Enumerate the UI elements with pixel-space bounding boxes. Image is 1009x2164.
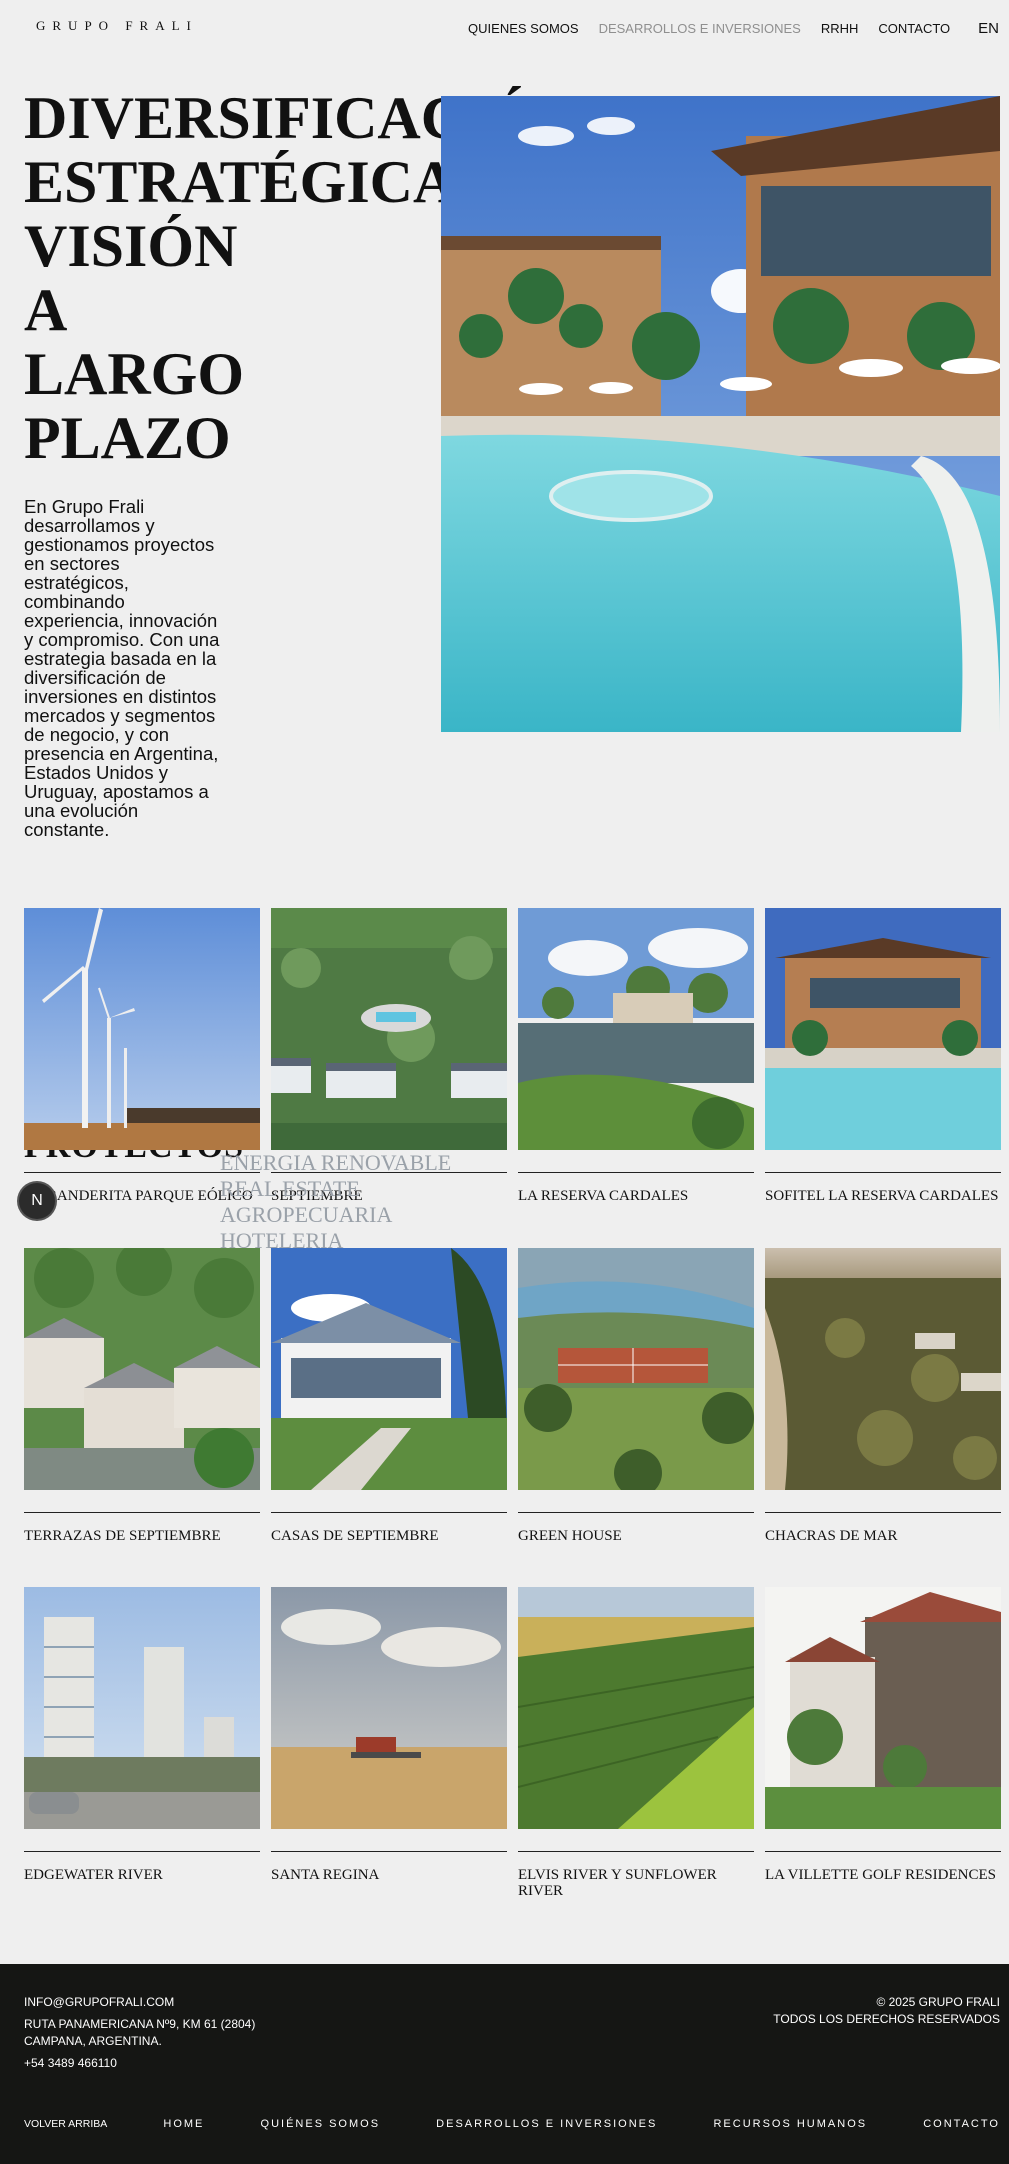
- card-divider: [271, 1851, 507, 1852]
- project-image: [518, 1248, 754, 1490]
- footer-nav-quienes-somos[interactable]: QUIÉNES SOMOS: [261, 2118, 381, 2130]
- project-card[interactable]: LA RESERVA CARDALES: [518, 908, 754, 1204]
- filter-icon: N: [31, 1192, 43, 1209]
- site-footer: INFO@GRUPOFRALI.COM RUTA PANAMERICANA Nº…: [0, 1964, 1009, 2164]
- project-name: ELVIS RIVER Y SUNFLOWER RIVER: [518, 1867, 717, 1899]
- card-divider: [518, 1851, 754, 1852]
- project-card[interactable]: SOFITEL LA RESERVA CARDALES: [765, 908, 1001, 1204]
- project-image: [271, 1248, 507, 1490]
- nav-contacto[interactable]: CONTACTO: [878, 21, 950, 36]
- project-image: [765, 1587, 1001, 1829]
- card-divider: [24, 1851, 260, 1852]
- footer-address-line1: RUTA PANAMERICANA Nº9, KM 61 (2804): [24, 2017, 256, 2031]
- card-divider: [518, 1172, 754, 1173]
- project-card[interactable]: TERRAZAS DE SEPTIEMBRE: [24, 1248, 260, 1544]
- footer-copyright: © 2025 GRUPO FRALI: [876, 1995, 1000, 2009]
- project-image: [24, 908, 260, 1150]
- project-image: [518, 1587, 754, 1829]
- project-name: TERRAZAS DE SEPTIEMBRE: [24, 1528, 221, 1544]
- card-divider: [518, 1512, 754, 1513]
- project-image: [271, 908, 507, 1150]
- footer-nav-home[interactable]: HOME: [163, 2118, 204, 2130]
- project-name: SANTA REGINA: [271, 1867, 380, 1883]
- project-name: LA RESERVA CARDALES: [518, 1188, 689, 1204]
- project-image: [24, 1248, 260, 1490]
- footer-address-line2: CAMPANA, ARGENTINA.: [24, 2034, 162, 2048]
- category-energia[interactable]: ENERGIA RENOVABLE: [220, 1150, 451, 1176]
- category-real-estate[interactable]: REAL ESTATE: [220, 1176, 451, 1202]
- nav-quienes-somos[interactable]: QUIENES SOMOS: [468, 21, 579, 36]
- card-divider: [24, 1512, 260, 1513]
- category-hoteleria[interactable]: HOTELERIA: [220, 1228, 451, 1254]
- project-name: CHACRAS DE MAR: [765, 1528, 898, 1544]
- project-image: [765, 1248, 1001, 1490]
- project-image: [24, 1587, 260, 1829]
- project-card[interactable]: CHACRAS DE MAR: [765, 1248, 1001, 1544]
- card-divider: [765, 1172, 1001, 1173]
- project-name: LA VILLETTE GOLF RESIDENCES: [765, 1867, 996, 1883]
- project-name: EDGEWATER RIVER: [24, 1867, 163, 1883]
- project-image: [271, 1587, 507, 1829]
- filter-toggle-button[interactable]: N: [19, 1183, 55, 1219]
- project-card[interactable]: CASAS DE SEPTIEMBRE: [271, 1248, 507, 1544]
- project-card[interactable]: EDGEWATER RIVER: [24, 1587, 260, 1883]
- project-card[interactable]: SEPTIEMBRE: [271, 908, 507, 1204]
- project-card[interactable]: ELVIS RIVER Y SUNFLOWER RIVER: [518, 1587, 754, 1899]
- footer-email[interactable]: INFO@GRUPOFRALI.COM: [24, 1994, 255, 2011]
- nav-desarrollos[interactable]: DESARROLLOS E INVERSIONES: [599, 21, 801, 36]
- project-card[interactable]: SANTA REGINA: [271, 1587, 507, 1883]
- site-logo[interactable]: GRUPO FRALI: [36, 18, 198, 34]
- footer-rights: TODOS LOS DERECHOS RESERVADOS: [773, 2012, 1000, 2026]
- project-card[interactable]: LA BANDERITA PARQUE EÓLICO: [24, 908, 260, 1204]
- category-filter-list: ENERGIA RENOVABLE REAL ESTATE AGROPECUAR…: [220, 1150, 451, 1254]
- card-divider: [765, 1851, 1001, 1852]
- footer-nav-desarrollos[interactable]: DESARROLLOS E INVERSIONES: [436, 2118, 657, 2130]
- main-nav: QUIENES SOMOS DESARROLLOS E INVERSIONES …: [448, 20, 1009, 37]
- card-divider: [271, 1512, 507, 1513]
- footer-phone[interactable]: +54 3489 466110: [24, 2055, 255, 2072]
- footer-nav: VOLVER ARRIBA HOME QUIÉNES SOMOS DESARRO…: [24, 2118, 1000, 2130]
- project-name: SOFITEL LA RESERVA CARDALES: [765, 1188, 999, 1204]
- footer-legal: © 2025 GRUPO FRALI TODOS LOS DERECHOS RE…: [773, 1994, 1000, 2028]
- back-to-top-link[interactable]: VOLVER ARRIBA: [24, 2118, 107, 2130]
- language-toggle[interactable]: EN: [978, 20, 999, 37]
- project-card[interactable]: GREEN HOUSE: [518, 1248, 754, 1544]
- project-image: [765, 908, 1001, 1150]
- project-name: GREEN HOUSE: [518, 1528, 622, 1544]
- footer-nav-contacto[interactable]: CONTACTO: [923, 2118, 1000, 2130]
- category-agropecuaria[interactable]: AGROPECUARIA: [220, 1202, 451, 1228]
- footer-nav-rrhh[interactable]: RECURSOS HUMANOS: [713, 2118, 867, 2130]
- card-divider: [765, 1512, 1001, 1513]
- hero-description: En Grupo Frali desarrollamos y gestionam…: [24, 497, 220, 840]
- project-card[interactable]: LA VILLETTE GOLF RESIDENCES: [765, 1587, 1001, 1883]
- footer-contact: INFO@GRUPOFRALI.COM RUTA PANAMERICANA Nº…: [24, 1994, 255, 2072]
- hero-image: [441, 96, 1000, 732]
- project-image: [518, 908, 754, 1150]
- project-name: CASAS DE SEPTIEMBRE: [271, 1528, 439, 1544]
- nav-rrhh[interactable]: RRHH: [821, 21, 859, 36]
